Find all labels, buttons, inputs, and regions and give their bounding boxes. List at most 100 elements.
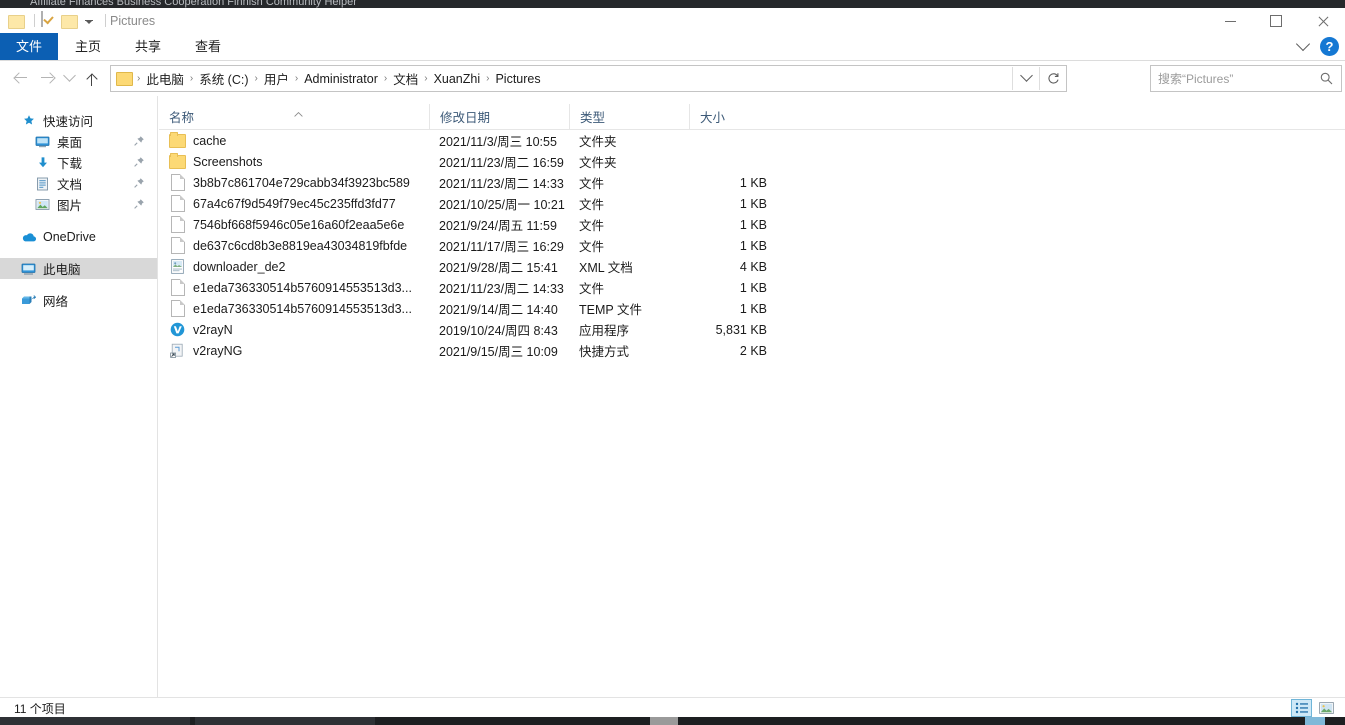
file-name-cell: v2rayNG (159, 342, 429, 359)
forward-button[interactable] (34, 65, 60, 91)
sidebar-item-desktop[interactable]: 桌面 (0, 131, 157, 152)
file-name: 7546bf668f5946c05e16a60f2eaa5e6e (193, 217, 405, 232)
table-row[interactable]: 67a4c67f9d549f79ec45c235ffd3fd77 2021/10… (159, 193, 1345, 214)
file-type: 快捷方式 (579, 345, 630, 359)
file-date: 2021/11/23/周二 14:33 (439, 282, 564, 296)
tab-view[interactable]: 查看 (178, 33, 238, 60)
table-row[interactable]: 3b8b7c861704e729cabb34f3923bc589 2021/11… (159, 172, 1345, 193)
sidebar-item-label: 网络 (43, 295, 69, 309)
tab-home[interactable]: 主页 (58, 33, 118, 60)
table-row[interactable]: de637c6cd8b3e8819ea43034819fbfde 2021/11… (159, 235, 1345, 256)
file-type: 文件 (579, 282, 605, 296)
column-header-name[interactable]: 名称 (159, 104, 429, 129)
sidebar-item-pictures[interactable]: 图片 (0, 194, 157, 215)
address-bar[interactable]: › 此电脑 › 系统 (C:) › 用户 › Administrator › 文… (110, 65, 1067, 92)
table-row[interactable]: e1eda736330514b5760914553513d3... 2021/1… (159, 277, 1345, 298)
maximize-icon (1270, 15, 1282, 27)
sidebar-item-downloads[interactable]: 下载 (0, 152, 157, 173)
table-row[interactable]: cache 2021/11/3/周三 10:55 文件夹 (159, 130, 1345, 151)
file-name-cell: Screenshots (159, 153, 429, 170)
column-header-size[interactable]: 大小 (689, 104, 777, 129)
file-date: 2021/11/23/周二 16:59 (439, 156, 564, 170)
table-row[interactable]: Screenshots 2021/11/23/周二 16:59 文件夹 (159, 151, 1345, 172)
sidebar-item-documents[interactable]: 文档 (0, 173, 157, 194)
minimize-button[interactable] (1207, 8, 1253, 34)
search-icon[interactable] (1316, 72, 1336, 85)
search-input[interactable] (1151, 67, 1316, 90)
table-row[interactable]: v2rayN 2019/10/24/周四 8:43 应用程序 5,831 KB (159, 319, 1345, 340)
qat-divider-1 (34, 14, 35, 27)
new-folder-icon[interactable] (61, 12, 78, 29)
column-header-date[interactable]: 修改日期 (429, 104, 569, 129)
table-row[interactable]: v2rayNG 2021/9/15/周三 10:09 快捷方式 2 KB (159, 340, 1345, 361)
sidebar-item-network[interactable]: 网络 (0, 290, 157, 311)
tab-file[interactable]: 文件 (0, 33, 59, 60)
pin-icon[interactable] (133, 177, 145, 189)
file-type: 文件 (579, 198, 605, 212)
table-row[interactable]: 7546bf668f5946c05e16a60f2eaa5e6e 2021/9/… (159, 214, 1345, 235)
pin-icon[interactable] (133, 135, 145, 147)
ribbon-tab-bar: 文件 主页 共享 查看 ? (0, 33, 1345, 60)
sidebar-item-onedrive[interactable]: OneDrive (0, 226, 157, 247)
expand-ribbon-chevron-down-icon[interactable] (1295, 36, 1311, 51)
file-name-cell: e1eda736330514b5760914553513d3... (159, 279, 429, 296)
file-size: 1 KB (739, 217, 767, 232)
window-title: Pictures (110, 14, 156, 28)
recent-locations-button[interactable] (60, 65, 78, 91)
breadcrumb-item-6[interactable]: Pictures (491, 70, 544, 88)
up-button[interactable] (78, 65, 104, 91)
folder-icon[interactable] (116, 71, 133, 86)
file-name: cache (193, 133, 227, 148)
pin-icon[interactable] (133, 198, 145, 210)
nav-buttons (8, 61, 104, 95)
file-date: 2021/10/25/周一 10:21 (439, 198, 565, 212)
properties-icon[interactable] (41, 11, 58, 29)
tab-share[interactable]: 共享 (118, 33, 178, 60)
chevron-down-icon[interactable] (85, 19, 93, 24)
folder-icon[interactable] (8, 12, 25, 29)
file-name: e1eda736330514b5760914553513d3... (193, 301, 412, 316)
onedrive-cloud-icon (20, 228, 37, 245)
file-size: 1 KB (739, 238, 767, 253)
large-icons-view-button[interactable] (1316, 699, 1337, 717)
column-header-type[interactable]: 类型 (569, 104, 689, 129)
ribbon-right-controls: ? (1295, 33, 1339, 60)
breadcrumb-item-1[interactable]: 系统 (C:) (195, 67, 252, 90)
pin-icon[interactable] (133, 156, 145, 168)
taskbar-segment (0, 717, 190, 725)
item-count: 11 个项目 (14, 701, 66, 716)
sidebar-item-quick-access[interactable]: 快速访问 (0, 110, 157, 131)
close-button[interactable] (1299, 8, 1345, 34)
taskbar-segment (195, 717, 375, 725)
help-icon[interactable]: ? (1320, 37, 1339, 56)
file-type: 文件 (579, 219, 605, 233)
file-name-cell: 3b8b7c861704e729cabb34f3923bc589 (159, 174, 429, 191)
refresh-button[interactable] (1039, 67, 1066, 90)
breadcrumb-item-5[interactable]: XuanZhi (430, 70, 485, 88)
breadcrumb-item-2[interactable]: 用户 (260, 67, 293, 90)
scrollbar-thumb[interactable] (650, 717, 678, 725)
back-button[interactable] (8, 65, 34, 91)
breadcrumb-item-4[interactable]: 文档 (389, 67, 422, 90)
network-icon (20, 292, 37, 309)
file-size: 5,831 KB (715, 322, 767, 337)
folder-icon (169, 153, 186, 170)
file-name: de637c6cd8b3e8819ea43034819fbfde (193, 238, 408, 253)
table-row[interactable]: e1eda736330514b5760914553513d3... 2021/9… (159, 298, 1345, 319)
table-row[interactable]: downloader_de2 2021/9/28/周二 15:41 XML 文档… (159, 256, 1345, 277)
sidebar-item-label: 快速访问 (43, 115, 94, 129)
sidebar-item-label: 桌面 (57, 136, 83, 150)
breadcrumb-item-0[interactable]: 此电脑 (142, 67, 188, 90)
breadcrumb-item-3[interactable]: Administrator (300, 70, 382, 88)
sidebar-item-this-pc[interactable]: 此电脑 (0, 258, 157, 279)
file-size: 2 KB (739, 343, 767, 358)
details-view-button[interactable] (1291, 699, 1312, 717)
generic-file-icon (169, 216, 186, 233)
maximize-button[interactable] (1253, 8, 1299, 34)
file-date: 2021/9/14/周二 14:40 (439, 303, 558, 317)
history-dropdown-button[interactable] (1012, 67, 1039, 90)
file-explorer-window: Affiliate Finances Business Cooperation … (0, 0, 1345, 725)
file-type: 文件 (579, 240, 605, 254)
search-box[interactable] (1150, 65, 1342, 92)
